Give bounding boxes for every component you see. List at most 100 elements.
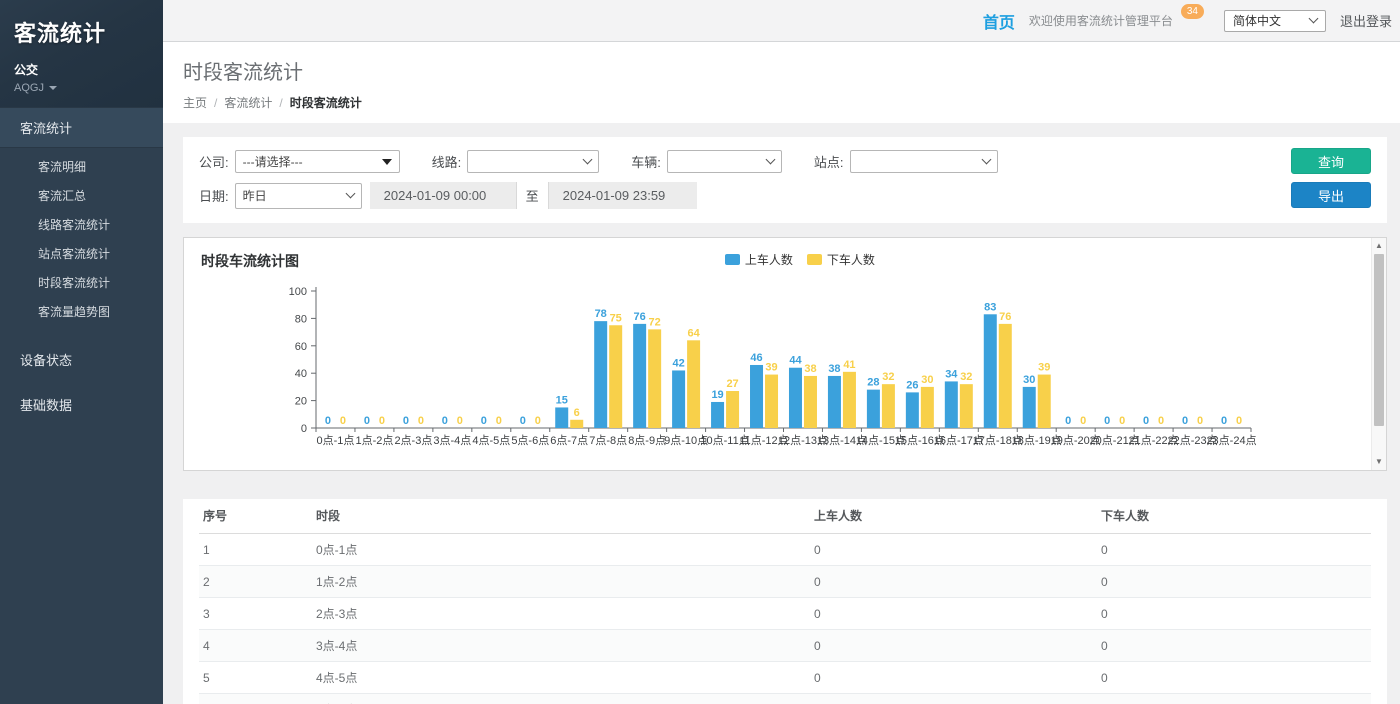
passenger-stats-submenu: 客流明细 客流汇总 线路客流统计 站点客流统计 时段客流统计 客流量趋势图 (0, 148, 163, 334)
app-title: 客流统计 (14, 16, 149, 48)
svg-text:0: 0 (1143, 415, 1149, 427)
language-select[interactable]: 简体中文 (1224, 10, 1326, 32)
svg-text:7点-8点: 7点-8点 (589, 434, 627, 447)
date-end-input[interactable]: 2024-01-09 23:59 (549, 182, 697, 209)
col-header-alight: 下车人数 (1101, 499, 1371, 534)
table-row: 32点-3点00 (199, 598, 1371, 630)
line-select[interactable] (467, 150, 599, 173)
svg-text:39: 39 (1038, 362, 1050, 374)
language-value: 简体中文 (1233, 12, 1281, 29)
svg-text:0: 0 (481, 415, 487, 427)
table-cell: 0 (814, 694, 1101, 704)
col-header-index: 序号 (199, 499, 316, 534)
scroll-down-icon[interactable]: ▼ (1372, 455, 1386, 469)
sidebar-item-passenger-detail[interactable]: 客流明细 (0, 152, 163, 181)
table-row: 43点-4点00 (199, 630, 1371, 662)
svg-text:39: 39 (765, 362, 777, 374)
svg-text:0: 0 (418, 415, 424, 427)
svg-text:6点-7点: 6点-7点 (550, 434, 588, 447)
svg-text:34: 34 (945, 368, 958, 380)
table-cell: 0 (814, 534, 1101, 566)
notification-badge[interactable]: 34 (1181, 4, 1204, 19)
table-row: 65点-6点00 (199, 694, 1371, 704)
svg-text:83: 83 (984, 301, 996, 313)
table-cell: 0 (1101, 694, 1371, 704)
svg-text:5点-6点: 5点-6点 (511, 434, 549, 447)
scrollbar-thumb[interactable] (1374, 254, 1384, 426)
sidebar-item-passenger-summary[interactable]: 客流汇总 (0, 181, 163, 210)
breadcrumb-separator: / (214, 96, 217, 110)
svg-text:60: 60 (295, 341, 307, 353)
svg-text:0: 0 (301, 423, 307, 435)
legend-item-board[interactable]: 上车人数 (725, 251, 793, 268)
table-body: 10点-1点0021点-2点0032点-3点0043点-4点0054点-5点00… (199, 534, 1371, 704)
home-link[interactable]: 首页 (983, 9, 1015, 33)
sidebar-item-trend-chart[interactable]: 客流量趋势图 (0, 297, 163, 326)
export-button[interactable]: 导出 (1291, 182, 1371, 208)
table-cell: 0 (1101, 630, 1371, 662)
station-select[interactable] (850, 150, 998, 173)
svg-text:0: 0 (1065, 415, 1071, 427)
svg-text:76: 76 (999, 311, 1011, 323)
svg-text:42: 42 (672, 357, 684, 369)
breadcrumb-home[interactable]: 主页 (183, 94, 207, 111)
table-cell: 1点-2点 (316, 566, 814, 598)
bar-chart: 020406080100000点-1点001点-2点002点-3点003点-4点… (186, 270, 1369, 462)
svg-text:32: 32 (882, 371, 894, 383)
table-cell: 4点-5点 (316, 662, 814, 694)
table-cell: 0 (1101, 566, 1371, 598)
svg-text:6: 6 (574, 407, 580, 419)
chart-scrollbar[interactable]: ▲ ▼ (1371, 238, 1386, 470)
company-select[interactable]: ---请选择--- (235, 150, 400, 173)
date-preset-select[interactable]: 昨日 (235, 183, 362, 209)
vehicle-select[interactable] (667, 150, 782, 173)
table-row: 21点-2点00 (199, 566, 1371, 598)
table-cell: 4 (199, 630, 316, 662)
svg-text:30: 30 (921, 374, 933, 386)
chevron-down-icon (345, 189, 355, 199)
scroll-up-icon[interactable]: ▲ (1372, 239, 1386, 253)
svg-text:1点-2点: 1点-2点 (355, 434, 393, 447)
svg-text:23点-24点: 23点-24点 (1206, 434, 1256, 447)
table-cell: 0 (814, 598, 1101, 630)
data-table: 序号 时段 上车人数 下车人数 10点-1点0021点-2点0032点-3点00… (199, 499, 1371, 704)
data-table-panel: 序号 时段 上车人数 下车人数 10点-1点0021点-2点0032点-3点00… (183, 499, 1387, 704)
sidebar-item-line-stats[interactable]: 线路客流统计 (0, 210, 163, 239)
table-row: 54点-5点00 (199, 662, 1371, 694)
svg-text:32: 32 (960, 371, 972, 383)
sidebar-item-base-data[interactable]: 基础数据 (0, 385, 163, 424)
svg-text:0: 0 (1182, 415, 1188, 427)
svg-text:3点-4点: 3点-4点 (433, 434, 471, 447)
svg-text:0: 0 (1104, 415, 1110, 427)
breadcrumb-separator: / (279, 96, 282, 110)
sidebar-nav: 客流统计 客流明细 客流汇总 线路客流统计 站点客流统计 时段客流统计 客流量趋… (0, 107, 163, 424)
date-start-input[interactable]: 2024-01-09 00:00 (370, 182, 516, 209)
sidebar-item-station-stats[interactable]: 站点客流统计 (0, 239, 163, 268)
sidebar: 客流统计 公交 AQGJ 客流统计 客流明细 客流汇总 线路客流统计 站点客流统… (0, 0, 163, 704)
sidebar-item-timeslot-stats[interactable]: 时段客流统计 (0, 268, 163, 297)
svg-text:72: 72 (649, 316, 661, 328)
query-button[interactable]: 查询 (1291, 148, 1371, 174)
user-menu[interactable]: AQGJ (14, 82, 149, 94)
legend-label: 上车人数 (745, 251, 793, 268)
svg-text:100: 100 (289, 286, 307, 298)
svg-text:0: 0 (442, 415, 448, 427)
svg-text:0点-1点: 0点-1点 (317, 434, 355, 447)
table-cell: 5 (199, 662, 316, 694)
svg-text:0: 0 (403, 415, 409, 427)
logout-link[interactable]: 退出登录 (1340, 11, 1392, 30)
sidebar-item-device-status[interactable]: 设备状态 (0, 340, 163, 379)
table-cell: 1 (199, 534, 316, 566)
svg-text:41: 41 (843, 359, 855, 371)
legend-swatch-yellow (807, 254, 822, 265)
svg-text:8点-9点: 8点-9点 (628, 434, 666, 447)
col-header-slot: 时段 (316, 499, 814, 534)
legend-item-alight[interactable]: 下车人数 (807, 251, 875, 268)
sidebar-item-passenger-stats[interactable]: 客流统计 (0, 107, 163, 148)
breadcrumb-section[interactable]: 客流统计 (224, 94, 272, 111)
triangle-down-icon (382, 159, 392, 165)
svg-text:19: 19 (711, 389, 723, 401)
svg-text:0: 0 (340, 415, 346, 427)
chevron-down-icon (765, 155, 775, 165)
svg-text:2点-3点: 2点-3点 (394, 434, 432, 447)
